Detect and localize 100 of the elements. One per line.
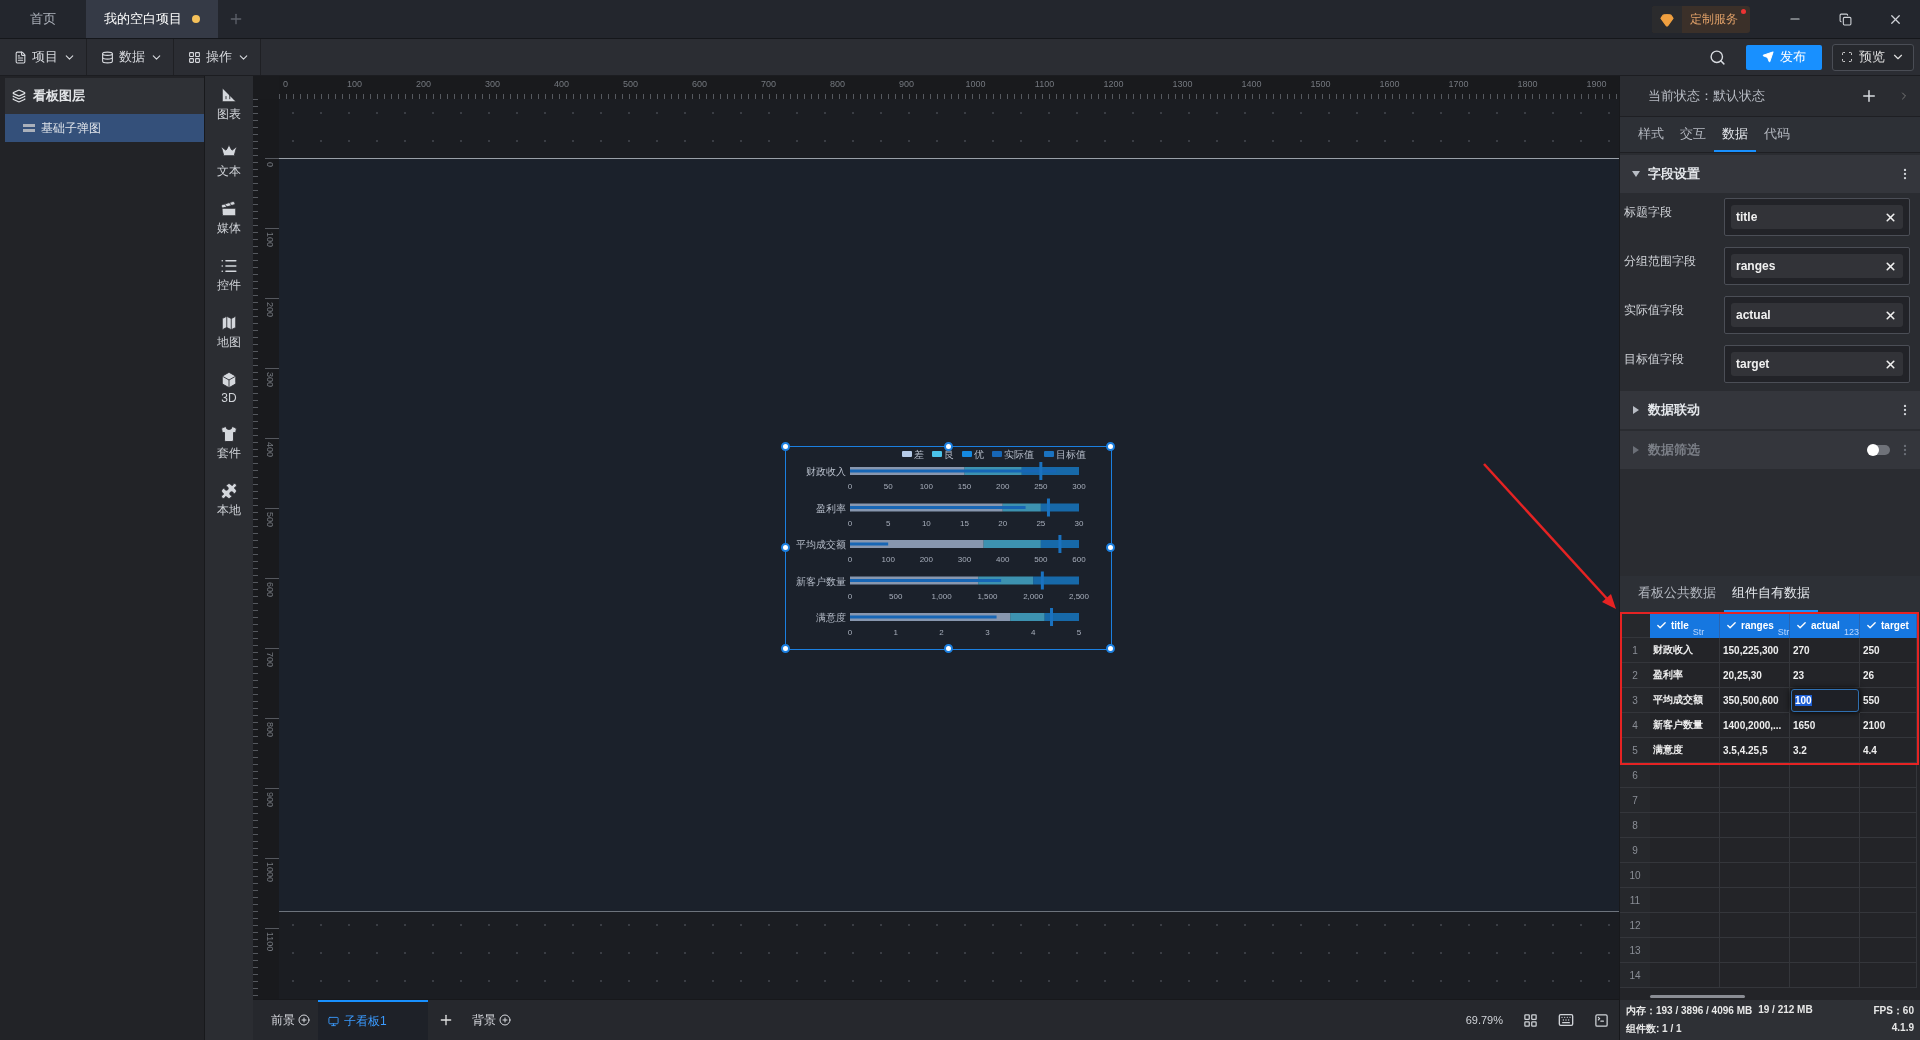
panel-tab[interactable]: 样式	[1630, 117, 1672, 152]
check-icon[interactable]	[1726, 619, 1737, 631]
axis-tick-label: 1,000	[931, 591, 952, 601]
column-header[interactable]: actual 123	[1790, 612, 1860, 638]
ruler-label: 1000	[964, 78, 987, 91]
resize-handle[interactable]	[1106, 442, 1115, 451]
column-name: ranges	[1741, 619, 1774, 631]
panel-tab[interactable]: 交互	[1672, 117, 1714, 152]
category-label: 平均成交额	[796, 539, 846, 550]
layer-tab[interactable]: 前景	[263, 1000, 318, 1040]
section-header[interactable]: 数据联动	[1620, 391, 1920, 429]
preview-button[interactable]: 预览	[1832, 43, 1914, 71]
table-cell: 150,225,300	[1720, 638, 1790, 663]
field-select[interactable]: actual	[1724, 296, 1910, 334]
menu-button[interactable]: 数据	[87, 39, 174, 75]
field-select[interactable]: ranges	[1724, 247, 1910, 285]
document-tab[interactable]: 首页	[0, 0, 86, 38]
custom-service-button[interactable]: 定制服务	[1652, 6, 1750, 33]
axis-tick-label: 0	[847, 482, 853, 491]
ruler-label: 600	[691, 78, 708, 91]
table-cell: 平均成交额	[1650, 688, 1720, 713]
table-cell: 盈利率	[1650, 663, 1720, 688]
target-marker	[1039, 462, 1043, 480]
layer-item[interactable]: 基础子弹图	[5, 114, 204, 142]
document-icon	[14, 50, 27, 64]
component-category-button[interactable]: 本地	[217, 482, 241, 519]
zoom-level: 69.79%	[1465, 1014, 1504, 1026]
board-tab[interactable]: 子看板1	[318, 1000, 428, 1040]
resize-handle[interactable]	[781, 442, 790, 451]
axis-tick-label: 0	[847, 555, 853, 564]
resize-handle[interactable]	[781, 543, 790, 552]
component-category-button[interactable]: 文本	[217, 143, 241, 180]
resize-handle[interactable]	[1106, 644, 1115, 653]
plus-icon	[1860, 87, 1878, 105]
field-label: 分组范围字段	[1624, 253, 1697, 270]
panel-tab[interactable]: 代码	[1756, 117, 1798, 152]
field-select[interactable]: title	[1724, 198, 1910, 236]
empty-cell	[1720, 763, 1790, 788]
resize-handle[interactable]	[943, 644, 953, 653]
table-cell: 3.2	[1790, 738, 1860, 763]
table-cell: 26	[1860, 663, 1917, 688]
resize-handle[interactable]	[781, 644, 790, 653]
axis-tick-label: 500	[1034, 555, 1048, 564]
remove-icon[interactable]	[1884, 308, 1897, 322]
unsaved-dot	[192, 15, 200, 23]
component-category-button[interactable]: 控件	[217, 257, 241, 294]
column-header[interactable]: target	[1860, 612, 1917, 638]
ruler-label: 1100	[1033, 78, 1056, 91]
check-icon[interactable]	[1656, 619, 1667, 631]
remove-icon[interactable]	[1884, 357, 1897, 371]
component-category-button[interactable]: 图表	[217, 86, 241, 123]
data-source-tab[interactable]: 组件自有数据	[1724, 576, 1818, 612]
data-source-tab[interactable]: 看板公共数据	[1630, 576, 1724, 612]
field-value: ranges	[1736, 259, 1776, 273]
component-category-button[interactable]: 套件	[217, 425, 241, 462]
component-category-button[interactable]: 媒体	[217, 200, 241, 237]
document-tab[interactable]: 我的空白项目	[86, 0, 218, 38]
search-icon	[1709, 48, 1726, 66]
axis-tick-label: 1	[893, 628, 899, 637]
table-cell: 2100	[1860, 713, 1917, 738]
check-icon[interactable]	[1866, 619, 1877, 631]
component-category-button[interactable]: 3D	[220, 371, 238, 405]
component-category-button[interactable]: 地图	[217, 314, 241, 351]
axis-tick-label: 30	[1074, 518, 1084, 528]
ruler-label: 1800	[1516, 78, 1539, 91]
current-state-label: 当前状态：默认状态	[1648, 87, 1766, 105]
caret-right-icon	[1632, 406, 1640, 414]
menu-button[interactable]: 操作	[174, 39, 261, 75]
resize-handle[interactable]	[1106, 543, 1115, 552]
column-header[interactable]: title Str	[1650, 612, 1720, 638]
resize-handle[interactable]	[943, 442, 953, 451]
section-header[interactable]: 字段设置	[1620, 155, 1920, 193]
component-count: 组件数: 1 / 1	[1626, 1022, 1682, 1036]
plus-circle-icon	[499, 1014, 511, 1026]
puzzle-icon	[220, 482, 238, 500]
ruler-label: 700	[760, 78, 777, 91]
panel-tab[interactable]: 数据	[1714, 117, 1756, 152]
row-number: 1	[1620, 638, 1650, 663]
ruler-label: 400	[553, 78, 570, 91]
terminal-icon	[1594, 1012, 1609, 1028]
check-icon[interactable]	[1796, 619, 1807, 631]
field-select[interactable]: target	[1724, 345, 1910, 383]
row-number: 12	[1620, 913, 1650, 938]
row-number: 13	[1620, 938, 1650, 963]
layer-tab[interactable]: 背景	[464, 1000, 519, 1040]
row-number: 7	[1620, 788, 1650, 813]
scrollbar-thumb[interactable]	[1650, 995, 1745, 998]
row-number: 10	[1620, 863, 1650, 888]
column-header[interactable]: ranges Str	[1720, 612, 1790, 638]
remove-icon[interactable]	[1884, 259, 1897, 273]
grid-icon	[1523, 1012, 1538, 1028]
clapperboard-icon	[220, 200, 238, 218]
cell-editor[interactable]: 100	[1791, 689, 1859, 712]
keyboard-icon	[1558, 1012, 1574, 1028]
menu-button[interactable]: 项目	[0, 39, 87, 75]
axis-tick-label: 20	[998, 518, 1008, 528]
axis-tick-label: 600	[1072, 555, 1086, 564]
remove-icon[interactable]	[1884, 210, 1897, 224]
table-cell: 23	[1790, 663, 1860, 688]
row-number: 2	[1620, 663, 1650, 688]
